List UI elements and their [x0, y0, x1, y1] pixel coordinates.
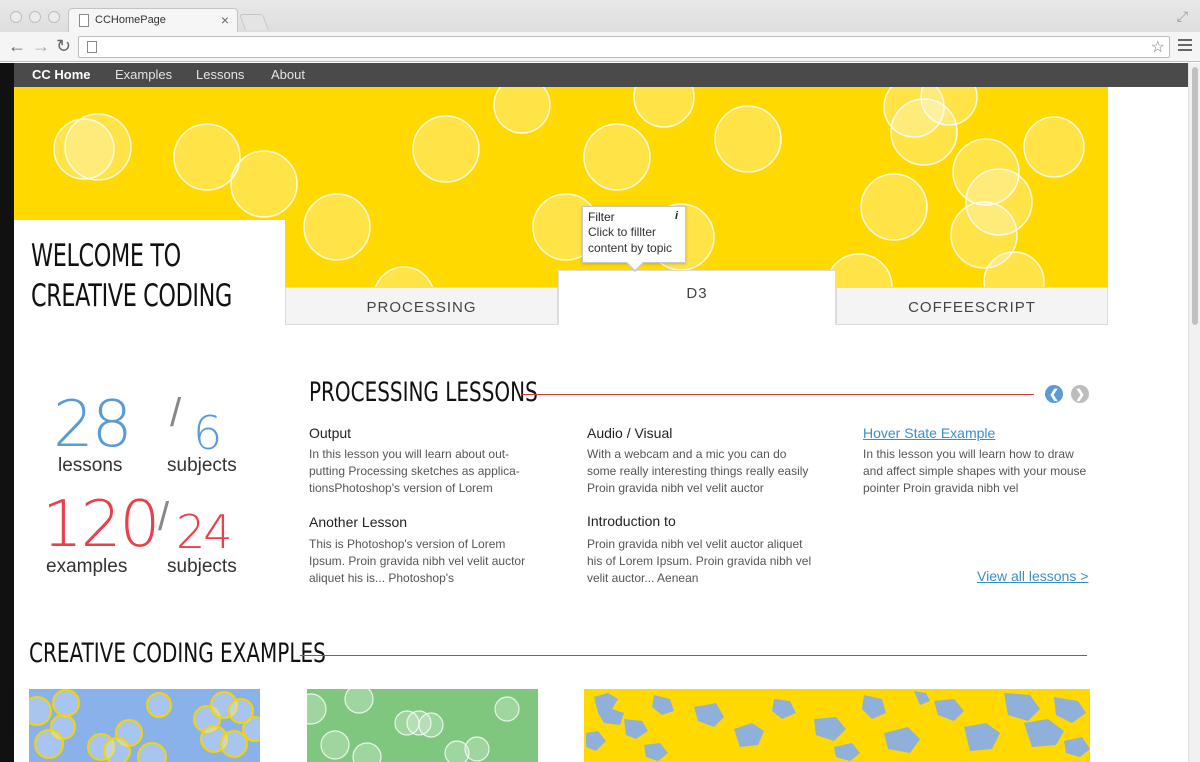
nav-about[interactable]: About — [271, 67, 305, 82]
stat-slash: / — [170, 391, 182, 435]
address-bar[interactable]: ☆ — [78, 36, 1170, 58]
minimize-window-button[interactable] — [29, 11, 41, 23]
lessons-section-title: PROCESSING LESSONS — [309, 377, 538, 408]
nav-lessons[interactable]: Lessons — [196, 67, 244, 82]
tooltip-line1: Click to fillter — [588, 225, 657, 239]
lesson-title-introduction[interactable]: Introduction to — [587, 513, 676, 529]
left-edge-bar — [0, 63, 14, 762]
info-icon[interactable]: i — [675, 210, 678, 222]
example-thumbnail-2[interactable] — [307, 689, 538, 762]
forward-arrow-icon[interactable]: → — [32, 36, 50, 57]
example-thumbnail-3[interactable] — [584, 689, 1090, 762]
document-icon — [79, 14, 89, 27]
scrollbar-thumb[interactable] — [1192, 67, 1198, 325]
lessons-divider — [521, 394, 1034, 395]
lesson-body-hover-state: In this lesson you will learn how to dra… — [863, 447, 1087, 495]
browser-tab[interactable]: CCHomePage × — [68, 8, 238, 32]
lessons-label: lessons — [58, 455, 123, 476]
lesson-title-output[interactable]: Output — [309, 425, 351, 441]
tab-coffeescript-label: COFFEESCRIPT — [908, 299, 1036, 316]
lesson-subjects-label: subjects — [167, 455, 237, 476]
examples-label: examples — [46, 556, 128, 577]
maximize-window-button[interactable] — [48, 11, 60, 23]
lessons-count: 28 — [53, 388, 132, 462]
tab-d3-label: D3 — [686, 285, 708, 302]
lesson-title-hover-state[interactable]: Hover State Example — [863, 425, 995, 441]
lesson-title-another[interactable]: Another Lesson — [309, 514, 407, 530]
welcome-title-line1: WELCOME TO — [31, 238, 181, 274]
tooltip-title: Filter — [588, 210, 615, 224]
tab-processing-label: PROCESSING — [366, 299, 477, 316]
page-viewport: CC Home Examples Lessons About WELCOME T… — [0, 63, 1200, 762]
filter-tooltip: Filter i Click to fillter content by top… — [582, 206, 686, 263]
nav-examples[interactable]: Examples — [115, 67, 172, 82]
new-tab-button[interactable] — [239, 14, 269, 30]
lesson-body-another: This is Photoshop's version of Lorem Ips… — [309, 537, 526, 585]
tab-processing[interactable]: PROCESSING — [285, 287, 558, 325]
vertical-scrollbar[interactable] — [1188, 63, 1200, 762]
browser-menu-icon[interactable] — [1178, 39, 1192, 51]
example-3-art — [586, 691, 1090, 761]
lesson-body-audio-visual: With a webcam and a mic you can do some … — [587, 447, 809, 495]
lesson-subjects-count: 6 — [193, 406, 222, 460]
tab-title: CCHomePage — [95, 14, 166, 26]
close-tab-icon[interactable]: × — [221, 12, 229, 28]
prev-arrow-icon[interactable]: ❮ — [1045, 385, 1063, 403]
example-2-art — [307, 689, 520, 762]
stat-slash-2: / — [158, 495, 170, 539]
browser-toolbar: ← → ↻ ☆ — [0, 32, 1200, 62]
examples-divider — [300, 655, 1087, 656]
lesson-body-introduction: Proin gravida nibh vel velit auctor aliq… — [587, 537, 812, 585]
example-thumbnail-1[interactable] — [29, 689, 260, 762]
examples-count: 120 — [42, 488, 160, 562]
tab-d3[interactable]: D3 — [558, 270, 836, 325]
welcome-title-line2: CREATIVE CODING — [31, 278, 232, 314]
lesson-title-audio-visual[interactable]: Audio / Visual — [587, 425, 672, 441]
bookmark-star-icon[interactable]: ☆ — [1151, 37, 1165, 57]
browser-titlebar: CCHomePage × ⤢ — [0, 0, 1200, 32]
example-subjects-label: subjects — [167, 556, 237, 577]
tab-coffeescript[interactable]: COFFEESCRIPT — [836, 287, 1108, 325]
page-icon — [87, 41, 97, 53]
reload-icon[interactable]: ↻ — [56, 36, 71, 57]
back-arrow-icon[interactable]: ← — [8, 36, 26, 57]
welcome-heading-box: WELCOME TO CREATIVE CODING — [14, 220, 285, 335]
tooltip-line2: content by topic — [588, 241, 673, 255]
view-all-lessons-link[interactable]: View all lessons > — [977, 568, 1088, 584]
examples-section-title: CREATIVE CODING EXAMPLES — [29, 638, 326, 669]
lesson-body-output: In this lesson you will learn about out-… — [309, 447, 520, 495]
next-arrow-icon[interactable]: ❯ — [1071, 385, 1089, 403]
example-subjects-count: 24 — [176, 505, 233, 559]
site-navbar: CC Home Examples Lessons About — [14, 63, 1188, 87]
close-window-button[interactable] — [10, 11, 22, 23]
fullscreen-icon[interactable]: ⤢ — [1177, 8, 1188, 25]
tooltip-pointer-fill — [627, 262, 643, 270]
example-1-art — [29, 689, 260, 762]
nav-cc-home[interactable]: CC Home — [32, 67, 91, 82]
